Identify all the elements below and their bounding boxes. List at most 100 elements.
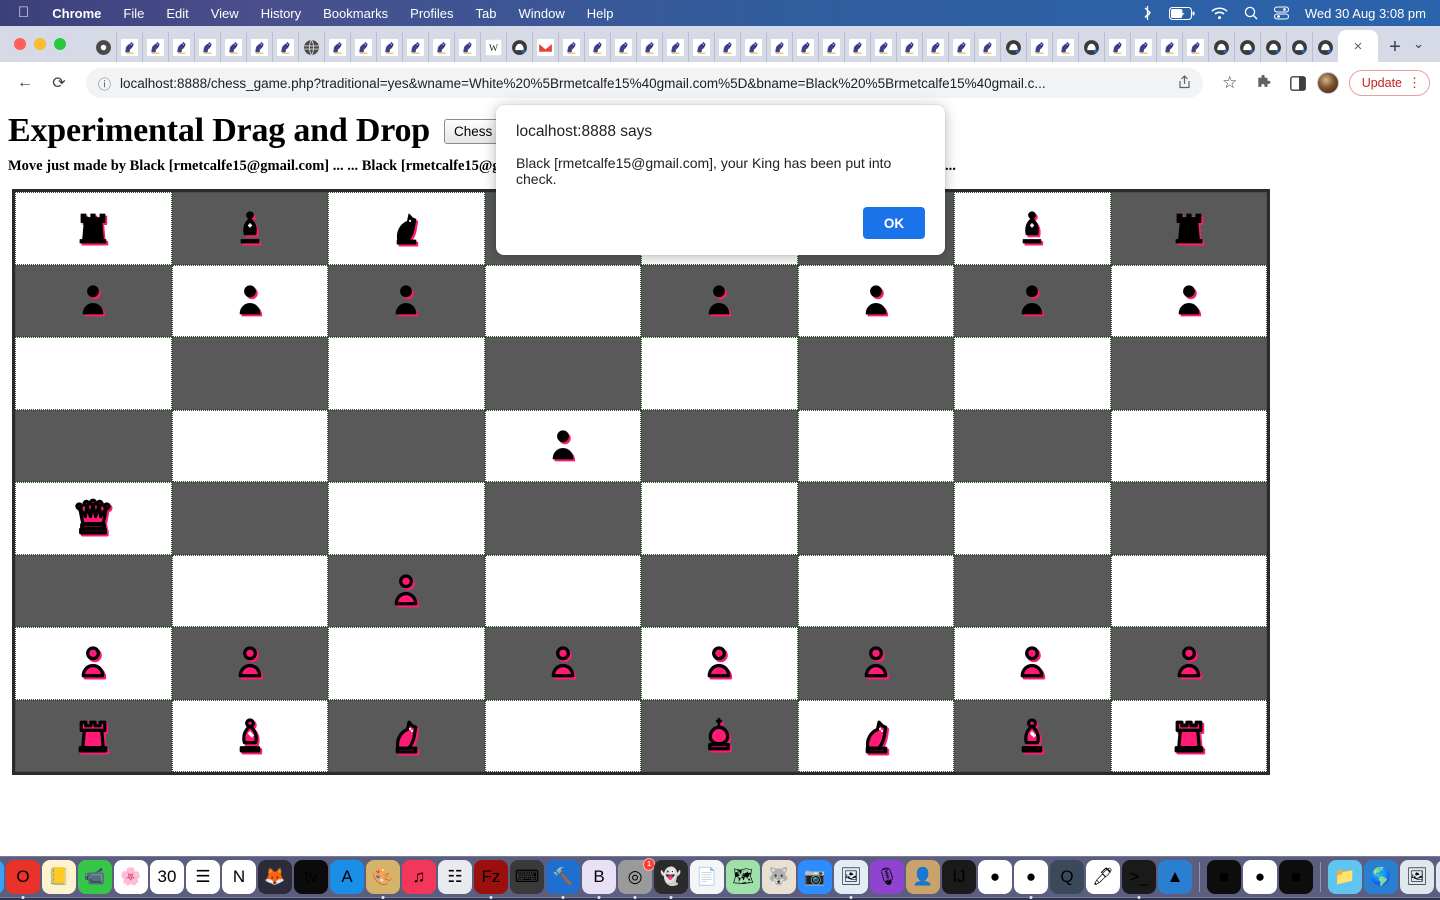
browser-tab[interactable] [1312,32,1338,62]
reload-button[interactable]: ⟳ [44,68,74,98]
board-square-empty[interactable] [328,482,485,555]
board-square-empty[interactable] [484,554,641,627]
browser-tab[interactable] [90,32,116,62]
browser-tab[interactable] [896,32,922,62]
side-panel-icon[interactable] [1283,68,1313,98]
board-square-empty[interactable] [328,337,485,410]
dock-item-intellij[interactable]: IJ [942,860,976,894]
dock-item-apple-tv[interactable]: tv [294,860,328,894]
board-square-black-knight[interactable] [328,192,485,265]
dock-item-paintbrush[interactable]: 🎨 [366,860,400,899]
board-square-white-rook[interactable] [15,699,172,772]
search-icon[interactable] [1244,6,1258,20]
board-square-white-pawn[interactable] [797,627,954,700]
active-tab-close-icon[interactable]: × [1338,30,1378,62]
menu-item-view[interactable]: View [200,6,250,21]
board-square-empty[interactable] [171,337,328,410]
browser-tab[interactable] [584,32,610,62]
dock-item-chrome[interactable]: ● [1014,860,1048,899]
board-square-white-pawn[interactable] [641,627,798,700]
dialog-ok-button[interactable]: OK [863,207,925,239]
board-square-empty[interactable] [954,409,1111,482]
board-square-empty[interactable] [328,627,485,700]
browser-tab[interactable] [1208,32,1234,62]
dock-item-contacts[interactable]: 👤 [906,860,940,894]
board-square-black-rook[interactable] [15,192,172,265]
browser-tab[interactable] [1078,32,1104,62]
board-square-black-rook[interactable] [1110,192,1267,265]
dock-item-firefox[interactable]: 🦊 [258,860,292,894]
browser-tab[interactable] [220,32,246,62]
menu-item-history[interactable]: History [250,6,312,21]
board-square-empty[interactable] [1110,337,1267,410]
board-square-empty[interactable] [15,409,172,482]
dock-item-chrome-canary[interactable]: ● [978,860,1012,894]
dock-item-quicktime[interactable]: Q [1050,860,1084,894]
tab-search-chevron-icon[interactable]: ⌄ [1413,36,1424,52]
browser-tab[interactable] [1000,32,1026,62]
browser-tab[interactable] [1104,32,1130,62]
dock-item-opera[interactable]: O [6,860,40,899]
board-square-empty[interactable] [797,554,954,627]
menu-item-help[interactable]: Help [576,6,625,21]
board-square-black-pawn[interactable] [797,264,954,337]
board-square-empty[interactable] [171,409,328,482]
browser-tab[interactable] [1260,32,1286,62]
menu-item-file[interactable]: File [112,6,155,21]
board-square-empty[interactable] [1110,554,1267,627]
dock-item-maps[interactable]: 🗺 [726,860,760,894]
dock-item-photos[interactable]: 🌸 [114,860,148,894]
browser-tab[interactable] [740,32,766,62]
board-square-white-knight[interactable] [797,699,954,772]
board-square-empty[interactable] [1110,482,1267,555]
board-square-black-pawn[interactable] [171,264,328,337]
board-square-empty[interactable] [484,482,641,555]
extensions-puzzle-icon[interactable] [1249,68,1279,98]
board-square-white-pawn[interactable] [171,627,328,700]
dock-item-xcode[interactable]: 🔨 [546,860,580,899]
board-square-white-queen[interactable] [15,482,172,555]
dock-item-downloads-folder[interactable]: 📁 [1328,860,1362,894]
browser-tab[interactable] [168,32,194,62]
dock-item-preview-window[interactable]: 🖼 [1400,860,1434,894]
browser-tab[interactable] [922,32,948,62]
browser-tab[interactable] [558,32,584,62]
dock-item-filezilla[interactable]: Fz [474,860,508,899]
dock-item-preview-window-2[interactable]: 🖼 [1436,860,1440,894]
new-tab-button[interactable]: + [1378,32,1412,62]
dock-item-ghostscript[interactable]: 👻 [654,860,688,899]
board-square-empty[interactable] [171,554,328,627]
board-square-empty[interactable] [954,337,1111,410]
profile-avatar[interactable] [1316,72,1339,94]
browser-tab[interactable] [142,32,168,62]
browser-tab[interactable] [1182,32,1208,62]
bookmark-star-icon[interactable]: ☆ [1215,68,1245,98]
board-square-empty[interactable] [954,482,1111,555]
board-square-empty[interactable] [15,337,172,410]
dock-item-app-store[interactable]: A [330,860,364,894]
menu-item-window[interactable]: Window [508,6,576,21]
browser-tab[interactable] [272,32,298,62]
wifi-icon[interactable] [1211,6,1228,20]
board-square-white-rook[interactable] [1110,699,1267,772]
browser-tab[interactable] [506,32,532,62]
board-square-empty[interactable] [641,554,798,627]
browser-tab[interactable] [1130,32,1156,62]
board-square-black-pawn[interactable] [641,264,798,337]
board-square-empty[interactable] [641,409,798,482]
board-square-black-bishop[interactable] [954,192,1111,265]
apple-logo-icon[interactable]:  [10,5,41,22]
browser-tab[interactable] [350,32,376,62]
dock-item-mail[interactable]: ✉ [0,860,4,894]
browser-tab[interactable] [662,32,688,62]
browser-tab[interactable] [870,32,896,62]
board-square-empty[interactable] [797,337,954,410]
browser-tab[interactable] [532,32,558,62]
browser-tab[interactable] [792,32,818,62]
battery-charging-icon[interactable] [1168,6,1195,20]
dock-item-avg[interactable]: ▲ [1158,860,1192,894]
board-square-empty[interactable] [797,409,954,482]
browser-tab[interactable] [610,32,636,62]
board-square-white-bishop[interactable] [171,699,328,772]
menu-item-chrome[interactable]: Chrome [41,6,112,21]
